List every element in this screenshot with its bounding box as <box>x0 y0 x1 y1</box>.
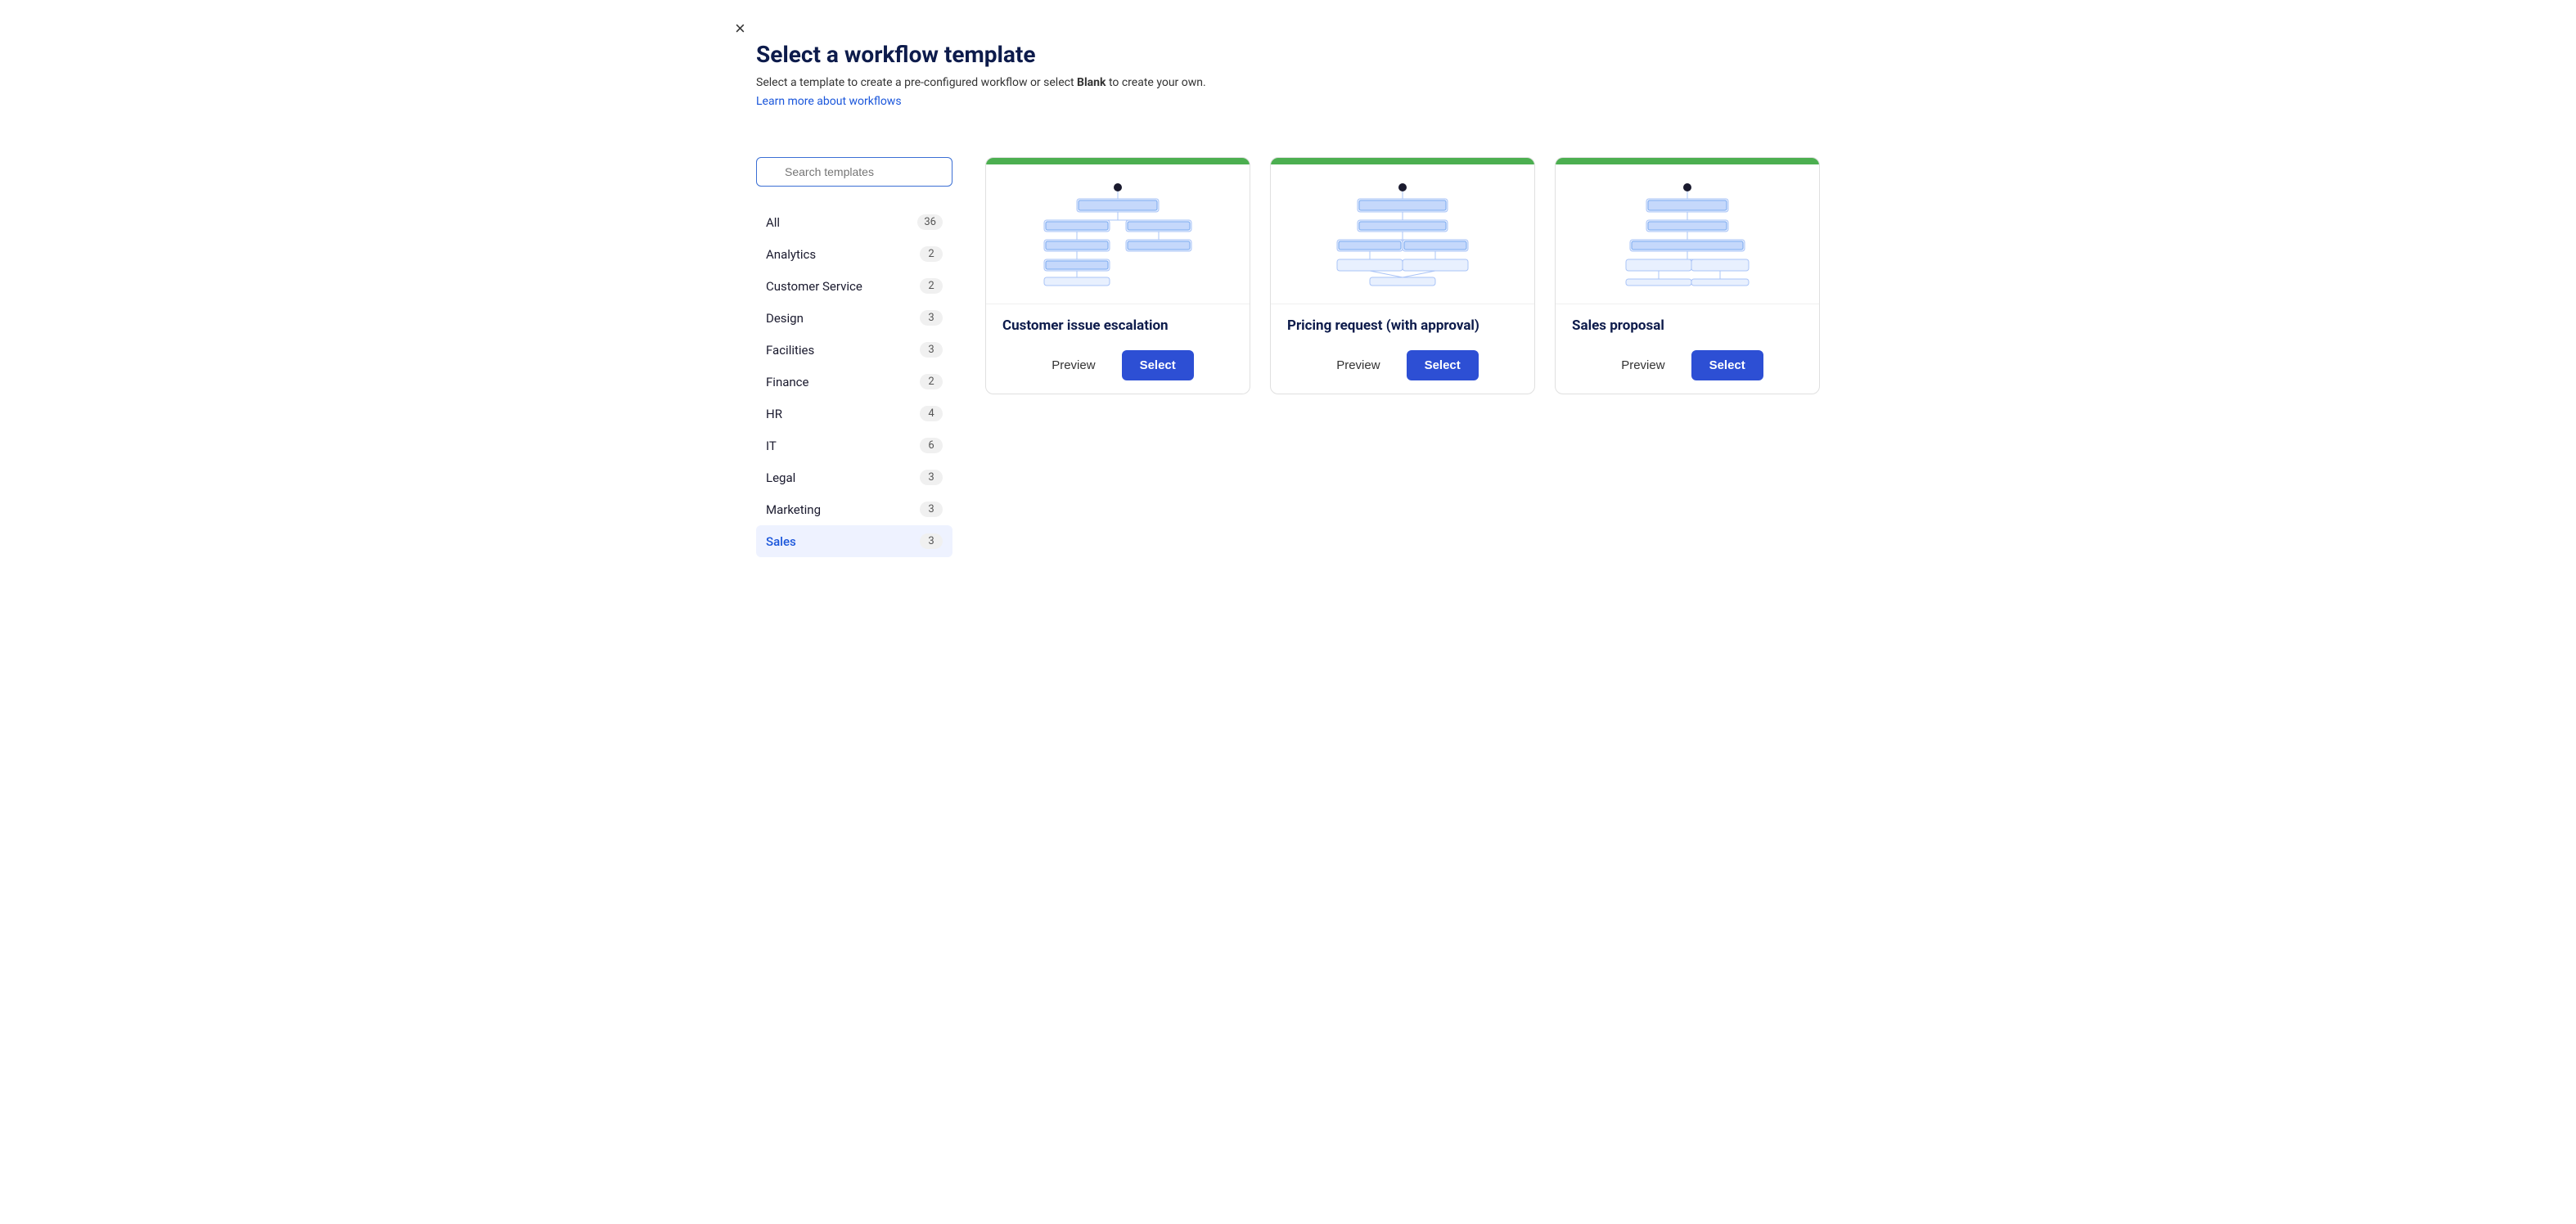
card-preview-area <box>986 164 1250 304</box>
content-area: 🔍 All 36 Analytics 2 Customer Service 2 … <box>756 157 1820 557</box>
category-label: Sales <box>766 534 796 549</box>
template-card-customer-issue-escalation: Customer issue escalation Preview Select <box>985 157 1250 394</box>
category-label: Analytics <box>766 247 816 262</box>
category-count: 36 <box>917 214 943 230</box>
preview-button[interactable]: Preview <box>1326 352 1389 379</box>
category-label: HR <box>766 407 782 421</box>
category-label: Design <box>766 311 804 326</box>
category-label: All <box>766 215 780 230</box>
template-card-sales-proposal: Sales proposal Preview Select <box>1555 157 1820 394</box>
card-top-bar <box>986 158 1250 164</box>
category-label: Legal <box>766 470 795 485</box>
card-top-bar <box>1271 158 1534 164</box>
category-list: All 36 Analytics 2 Customer Service 2 De… <box>756 206 952 557</box>
category-label: Finance <box>766 375 808 389</box>
category-item-facilities[interactable]: Facilities 3 <box>756 334 952 366</box>
preview-button[interactable]: Preview <box>1611 352 1674 379</box>
card-body: Pricing request (with approval) Preview … <box>1271 304 1534 394</box>
card-actions: Preview Select <box>1002 350 1233 380</box>
modal-container: × Select a workflow template Select a te… <box>715 0 1861 590</box>
category-count: 2 <box>920 246 943 262</box>
category-count: 3 <box>920 470 943 485</box>
subtitle: Select a template to create a pre-config… <box>756 76 1820 89</box>
category-item-it[interactable]: IT 6 <box>756 430 952 461</box>
workflow-diagram-1 <box>1002 181 1233 287</box>
card-body: Customer issue escalation Preview Select <box>986 304 1250 394</box>
category-item-all[interactable]: All 36 <box>756 206 952 238</box>
search-wrapper: 🔍 <box>756 157 952 187</box>
category-count: 3 <box>920 342 943 358</box>
category-item-customer-service[interactable]: Customer Service 2 <box>756 270 952 302</box>
card-preview-area <box>1556 164 1819 304</box>
category-count: 2 <box>920 278 943 294</box>
category-label: Customer Service <box>766 279 862 294</box>
category-item-finance[interactable]: Finance 2 <box>756 366 952 398</box>
category-count: 3 <box>920 310 943 326</box>
category-label: Facilities <box>766 343 814 358</box>
card-preview-area <box>1271 164 1534 304</box>
preview-button[interactable]: Preview <box>1042 352 1105 379</box>
category-item-marketing[interactable]: Marketing 3 <box>756 493 952 525</box>
category-count: 3 <box>920 533 943 549</box>
card-actions: Preview Select <box>1287 350 1518 380</box>
card-body: Sales proposal Preview Select <box>1556 304 1819 394</box>
category-item-hr[interactable]: HR 4 <box>756 398 952 430</box>
card-top-bar <box>1556 158 1819 164</box>
category-count: 4 <box>920 406 943 421</box>
workflow-diagram-3 <box>1572 181 1803 287</box>
category-item-analytics[interactable]: Analytics 2 <box>756 238 952 270</box>
search-input[interactable] <box>756 157 952 187</box>
category-count: 3 <box>920 502 943 517</box>
card-actions: Preview Select <box>1572 350 1803 380</box>
category-count: 6 <box>920 438 943 453</box>
category-item-sales[interactable]: Sales 3 <box>756 525 952 557</box>
select-button[interactable]: Select <box>1407 350 1479 380</box>
workflow-diagram-2 <box>1287 181 1518 287</box>
category-count: 2 <box>920 374 943 389</box>
sidebar: 🔍 All 36 Analytics 2 Customer Service 2 … <box>756 157 952 557</box>
close-button[interactable]: × <box>732 16 749 41</box>
select-button[interactable]: Select <box>1122 350 1194 380</box>
templates-grid: Customer issue escalation Preview Select <box>985 157 1820 557</box>
template-card-pricing-request-approval: Pricing request (with approval) Preview … <box>1270 157 1535 394</box>
category-item-legal[interactable]: Legal 3 <box>756 461 952 493</box>
category-label: Marketing <box>766 502 821 517</box>
category-label: IT <box>766 439 777 453</box>
card-title: Customer issue escalation <box>1002 317 1233 334</box>
select-button[interactable]: Select <box>1691 350 1763 380</box>
card-title: Sales proposal <box>1572 317 1803 334</box>
learn-more-link[interactable]: Learn more about workflows <box>756 95 902 108</box>
category-item-design[interactable]: Design 3 <box>756 302 952 334</box>
page-title: Select a workflow template <box>756 41 1820 68</box>
card-title: Pricing request (with approval) <box>1287 317 1518 334</box>
